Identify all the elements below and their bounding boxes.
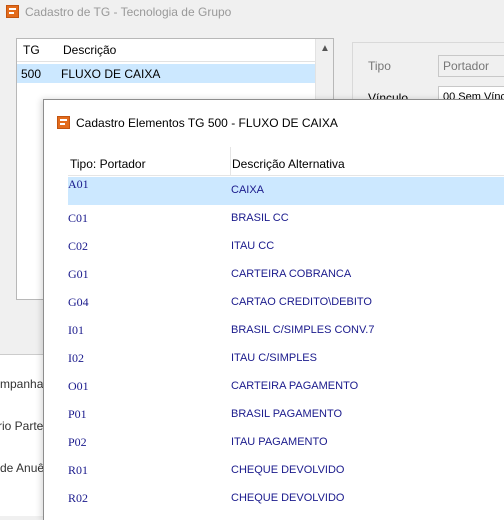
background-window-title: Cadastro de TG - Tecnologia de Grupo (25, 5, 232, 19)
dialog-title: Cadastro Elementos TG 500 - FLUXO DE CAI… (76, 116, 338, 130)
code-cell: A01 (68, 177, 89, 191)
code-cell: P02 (68, 435, 87, 449)
description-cell: BRASIL C/SIMPLES CONV.7 (231, 324, 375, 336)
tipo-field[interactable]: Portador (438, 55, 504, 77)
description-cell: CARTAO CREDITO\DEBITO (231, 296, 372, 308)
table-row[interactable]: G04 CARTAO CREDITO\DEBITO (68, 289, 504, 317)
code-cell: O01 (68, 379, 89, 393)
table-row[interactable]: I01 BRASIL C/SIMPLES CONV.7 (68, 317, 504, 345)
elements-dialog: Cadastro Elementos TG 500 - FLUXO DE CAI… (43, 99, 504, 520)
table-row[interactable]: I02 ITAU C/SIMPLES (68, 345, 504, 373)
description-cell: ITAU PAGAMENTO (231, 436, 328, 448)
side-label: mpanha (0, 377, 44, 391)
elements-table-header: Tipo: Portador Descrição Alternativa (68, 147, 504, 176)
code-cell: R02 (68, 491, 89, 505)
table-row[interactable]: G01 CARTEIRA COBRANCA (68, 261, 504, 289)
column-header-tg[interactable]: TG (23, 43, 40, 57)
description-cell: CARTEIRA COBRANCA (231, 268, 352, 280)
table-row[interactable]: 500 FLUXO DE CAIXA (17, 64, 316, 83)
column-header-descricao[interactable]: Descrição (63, 43, 116, 57)
description-cell: CHEQUE DEVOLVIDO (231, 464, 345, 476)
description-cell: CARTEIRA PAGAMENTO (231, 380, 359, 392)
description-cell: ITAU CC (231, 240, 275, 252)
dialog-titlebar[interactable]: Cadastro Elementos TG 500 - FLUXO DE CAI… (44, 100, 504, 140)
side-label: de Anuê (0, 461, 45, 475)
table-row[interactable]: O01 CARTEIRA PAGAMENTO (68, 373, 504, 401)
description-cell: BRASIL CC (231, 212, 289, 224)
code-cell: C01 (68, 211, 89, 225)
background-window-titlebar[interactable]: Cadastro de TG - Tecnologia de Grupo (0, 0, 504, 24)
code-cell: I02 (68, 351, 84, 365)
table-row[interactable]: P01 BRASIL PAGAMENTO (68, 401, 504, 429)
description-cell: BRASIL PAGAMENTO (231, 408, 343, 420)
tipo-label: Tipo (368, 59, 391, 73)
app-icon (6, 5, 19, 18)
table-row[interactable]: C02 ITAU CC (68, 233, 504, 261)
tg-table-header: TG Descrição (17, 39, 317, 62)
code-cell: P01 (68, 407, 87, 421)
column-header-descricao-alternativa[interactable]: Descrição Alternativa (232, 157, 345, 171)
column-divider[interactable] (230, 147, 231, 175)
table-row[interactable]: A01 CAIXA (68, 177, 504, 205)
tg-cell: 500 (21, 67, 42, 81)
description-cell: CAIXA (231, 184, 265, 196)
scroll-up-icon[interactable]: ▲ (320, 43, 330, 54)
table-row[interactable]: R02 CHEQUE DEVOLVIDO (68, 485, 504, 513)
side-label: rio Parte (0, 419, 44, 433)
code-cell: G01 (68, 267, 89, 281)
code-cell: G04 (68, 295, 89, 309)
code-cell: C02 (68, 239, 89, 253)
code-cell: I01 (68, 323, 84, 337)
app-icon (57, 116, 70, 129)
table-row[interactable]: P02 ITAU PAGAMENTO (68, 429, 504, 457)
code-cell: R01 (68, 463, 89, 477)
table-row[interactable]: C01 BRASIL CC (68, 205, 504, 233)
column-header-tipo[interactable]: Tipo: Portador (70, 157, 146, 171)
description-cell: ITAU C/SIMPLES (231, 352, 317, 364)
descricao-cell: FLUXO DE CAIXA (61, 67, 161, 81)
description-cell: CHEQUE DEVOLVIDO (231, 492, 345, 504)
table-row[interactable]: R01 CHEQUE DEVOLVIDO (68, 457, 504, 485)
lower-form-area: mpanha rio Parte de Anuê (0, 354, 44, 516)
